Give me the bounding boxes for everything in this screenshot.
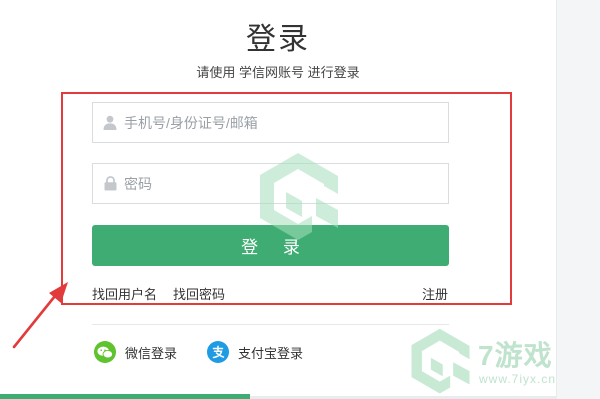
page-subtitle: 请使用 学信网账号 进行登录 (196, 65, 360, 80)
alipay-login[interactable]: 支付宝登录 (207, 341, 303, 363)
divider (92, 324, 449, 325)
watermark-brand: 7游戏 (478, 340, 553, 371)
alipay-login-label: 支付宝登录 (238, 345, 304, 361)
page-title: 登录 (246, 23, 310, 56)
wechat-icon (94, 341, 116, 363)
login-page: 登录 请使用 学信网账号 进行登录 登 录 找回用户名 找回密码 注册 (0, 0, 600, 399)
alipay-icon (207, 341, 229, 363)
watermark-url: www.7iyx.cn (479, 372, 557, 386)
wechat-login-label: 微信登录 (125, 345, 178, 361)
bottom-accent-bar (0, 394, 250, 399)
corner-logo-icon (411, 328, 470, 394)
watermark-logo-icon (260, 153, 338, 240)
wechat-login[interactable]: 微信登录 (94, 341, 177, 363)
annotation-arrow-icon (12, 282, 68, 349)
side-panel (556, 0, 600, 399)
